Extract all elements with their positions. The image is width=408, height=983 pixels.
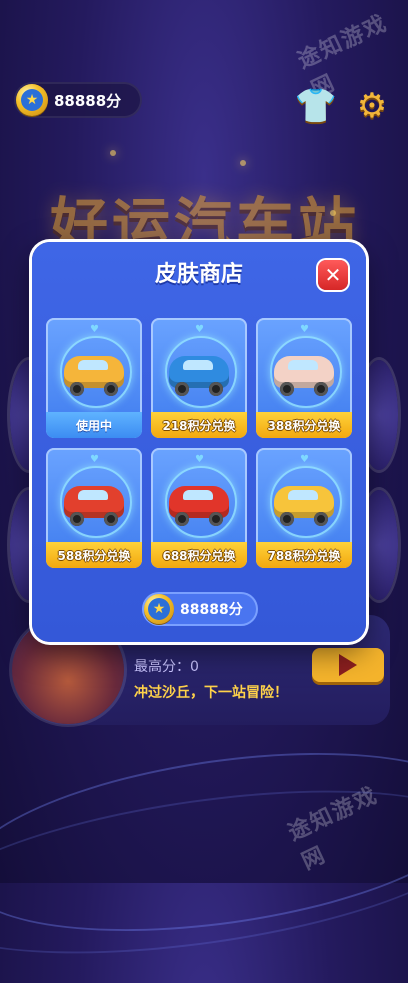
- play-icon: [339, 654, 357, 676]
- skin-price: 788积分兑换: [256, 542, 352, 568]
- modal-coin-balance: ★ 88888分: [142, 592, 258, 626]
- close-icon: ✕: [324, 263, 342, 287]
- coin-balance-value: 88888分: [54, 91, 122, 110]
- heart-icon: ♥: [90, 324, 99, 335]
- heart-icon: ♥: [90, 454, 99, 465]
- heart-icon: ♥: [195, 324, 204, 335]
- best-score: 最高分：0: [134, 659, 199, 675]
- star-coin-icon: ★: [144, 594, 174, 624]
- sparkle: [330, 210, 336, 216]
- skin-tile[interactable]: ♥ 788积分兑换: [256, 448, 352, 568]
- shirt-swap-icon[interactable]: 👕: [294, 84, 338, 128]
- skin-status: 使用中: [46, 412, 142, 438]
- heart-icon: ♥: [195, 454, 204, 465]
- heart-icon: ♥: [300, 324, 309, 335]
- modal-title: 皮肤商店: [154, 262, 243, 287]
- skin-price: 588积分兑换: [46, 542, 142, 568]
- car-image: [169, 356, 229, 396]
- car-image: [64, 356, 124, 396]
- skin-price: 388积分兑换: [256, 412, 352, 438]
- modal-coin-value: 88888分: [180, 602, 243, 618]
- level-description: 冲过沙丘，下一站冒险！: [134, 685, 288, 701]
- coin-balance: ★ 88888分: [14, 82, 142, 118]
- sparkle: [240, 160, 246, 166]
- heart-icon: ♥: [300, 454, 309, 465]
- skin-price: 218积分兑换: [151, 412, 247, 438]
- skin-grid: ♥ 使用中 ♥ 218积分兑换 ♥ 388积分兑换 ♥ 588积分兑换 ♥ 68…: [46, 318, 352, 568]
- skin-tile[interactable]: ♥ 218积分兑换: [151, 318, 247, 438]
- skin-tile[interactable]: ♥ 688积分兑换: [151, 448, 247, 568]
- car-image: [274, 356, 334, 396]
- close-button[interactable]: ✕: [318, 260, 348, 290]
- car-image: [169, 486, 229, 526]
- skin-shop-modal: 皮肤商店 ✕ ♥ 使用中 ♥ 218积分兑换 ♥ 388积分兑换 ♥ 588积分…: [32, 242, 366, 642]
- skin-tile[interactable]: ♥ 588积分兑换: [46, 448, 142, 568]
- gear-icon[interactable]: ⚙: [350, 84, 394, 128]
- skin-tile[interactable]: ♥ 使用中: [46, 318, 142, 438]
- star-coin-icon: ★: [16, 84, 48, 116]
- car-image: [274, 486, 334, 526]
- sparkle: [110, 150, 116, 156]
- play-button[interactable]: [312, 648, 384, 682]
- skin-price: 688积分兑换: [151, 542, 247, 568]
- skin-tile[interactable]: ♥ 388积分兑换: [256, 318, 352, 438]
- car-image: [64, 486, 124, 526]
